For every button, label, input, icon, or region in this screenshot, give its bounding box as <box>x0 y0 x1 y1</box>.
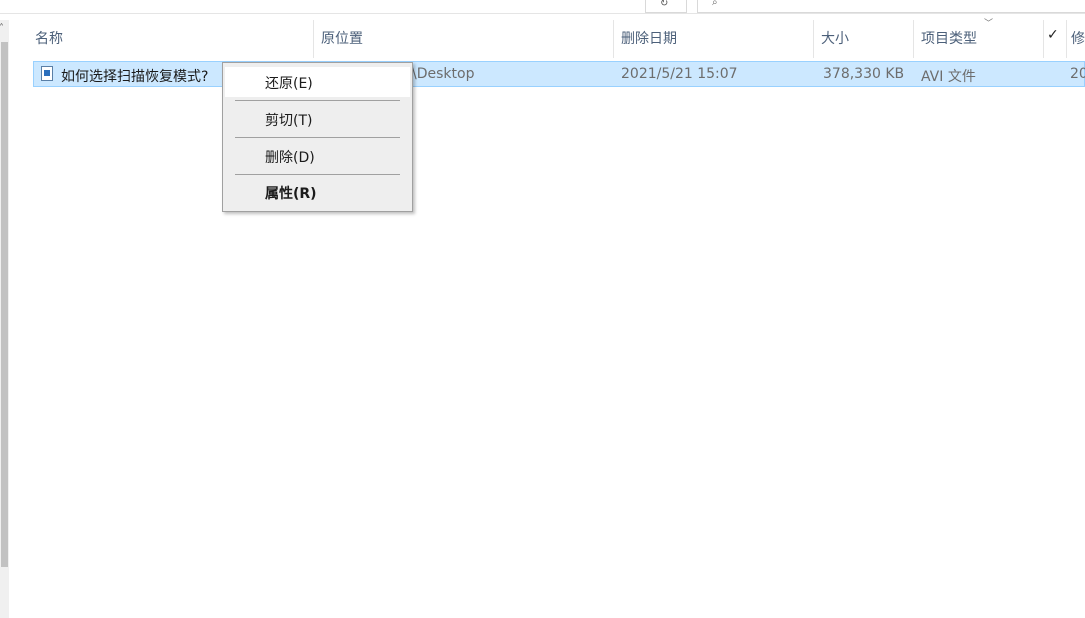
recycle-bin-window: ↻ ⌕ ˄ 名称 原位置 删除日期 大小 项目类型 ﹀ ✓ 修 如何选择扫描恢复… <box>0 0 1085 618</box>
menu-item-cut[interactable]: 剪切(T) <box>225 104 410 134</box>
refresh-button[interactable]: ↻ <box>645 0 687 13</box>
file-row[interactable]: 如何选择扫描恢复模式? \Desktop 2021/5/21 15:07 378… <box>33 61 1085 87</box>
column-header-item-type[interactable]: 项目类型 ﹀ <box>914 14 1043 60</box>
column-date-deleted-label: 删除日期 <box>621 31 677 47</box>
file-size: 378,330 KB <box>823 66 905 82</box>
search-icon: ⌕ <box>712 0 718 8</box>
column-modified-label: 修 <box>1071 31 1085 47</box>
video-file-icon <box>41 66 53 81</box>
menu-separator <box>235 174 400 175</box>
menu-separator <box>235 100 400 101</box>
menu-separator <box>235 137 400 138</box>
menu-item-restore-label: 还原(E) <box>265 76 313 92</box>
context-menu: 还原(E) 剪切(T) 删除(D) 属性(R) <box>222 62 413 212</box>
menu-item-properties-label: 属性(R) <box>265 186 317 202</box>
menu-item-restore[interactable]: 还原(E) <box>225 67 410 97</box>
file-name: 如何选择扫描恢复模式? <box>61 69 209 85</box>
column-header-modified[interactable]: 修 <box>1067 14 1085 60</box>
toolbar-strip: ↻ ⌕ <box>0 0 1085 14</box>
scrollbar-thumb[interactable] <box>1 42 8 567</box>
column-picker-button[interactable]: ✓ <box>1044 14 1066 60</box>
column-header-date-deleted[interactable]: 删除日期 <box>614 14 813 60</box>
column-item-type-label: 项目类型 <box>921 31 977 47</box>
vertical-scrollbar[interactable]: ˄ <box>0 20 9 618</box>
column-original-location-label: 原位置 <box>321 31 363 47</box>
column-header-name[interactable]: 名称 <box>9 14 313 60</box>
menu-item-delete[interactable]: 删除(D) <box>225 141 410 171</box>
column-name-label: 名称 <box>35 31 63 47</box>
column-header-size[interactable]: 大小 <box>814 14 913 60</box>
checkmark-icon: ✓ <box>1047 27 1059 43</box>
menu-item-delete-label: 删除(D) <box>265 150 315 166</box>
column-size-label: 大小 <box>821 31 849 47</box>
refresh-icon: ↻ <box>660 0 669 9</box>
menu-item-properties[interactable]: 属性(R) <box>225 177 410 207</box>
column-header-original-location[interactable]: 原位置 <box>314 14 613 60</box>
file-date-deleted: 2021/5/21 15:07 <box>621 66 738 82</box>
file-modified: 20 <box>1070 66 1085 82</box>
file-item-type: AVI 文件 <box>921 69 976 85</box>
chevron-down-icon: ﹀ <box>984 19 994 29</box>
menu-item-cut-label: 剪切(T) <box>265 113 313 129</box>
search-box[interactable]: ⌕ <box>697 0 1085 13</box>
column-header: 名称 原位置 删除日期 大小 项目类型 ﹀ ✓ 修 <box>9 14 1085 60</box>
scroll-up-arrow-icon[interactable]: ˄ <box>0 24 4 34</box>
file-original-location: \Desktop <box>412 66 475 82</box>
